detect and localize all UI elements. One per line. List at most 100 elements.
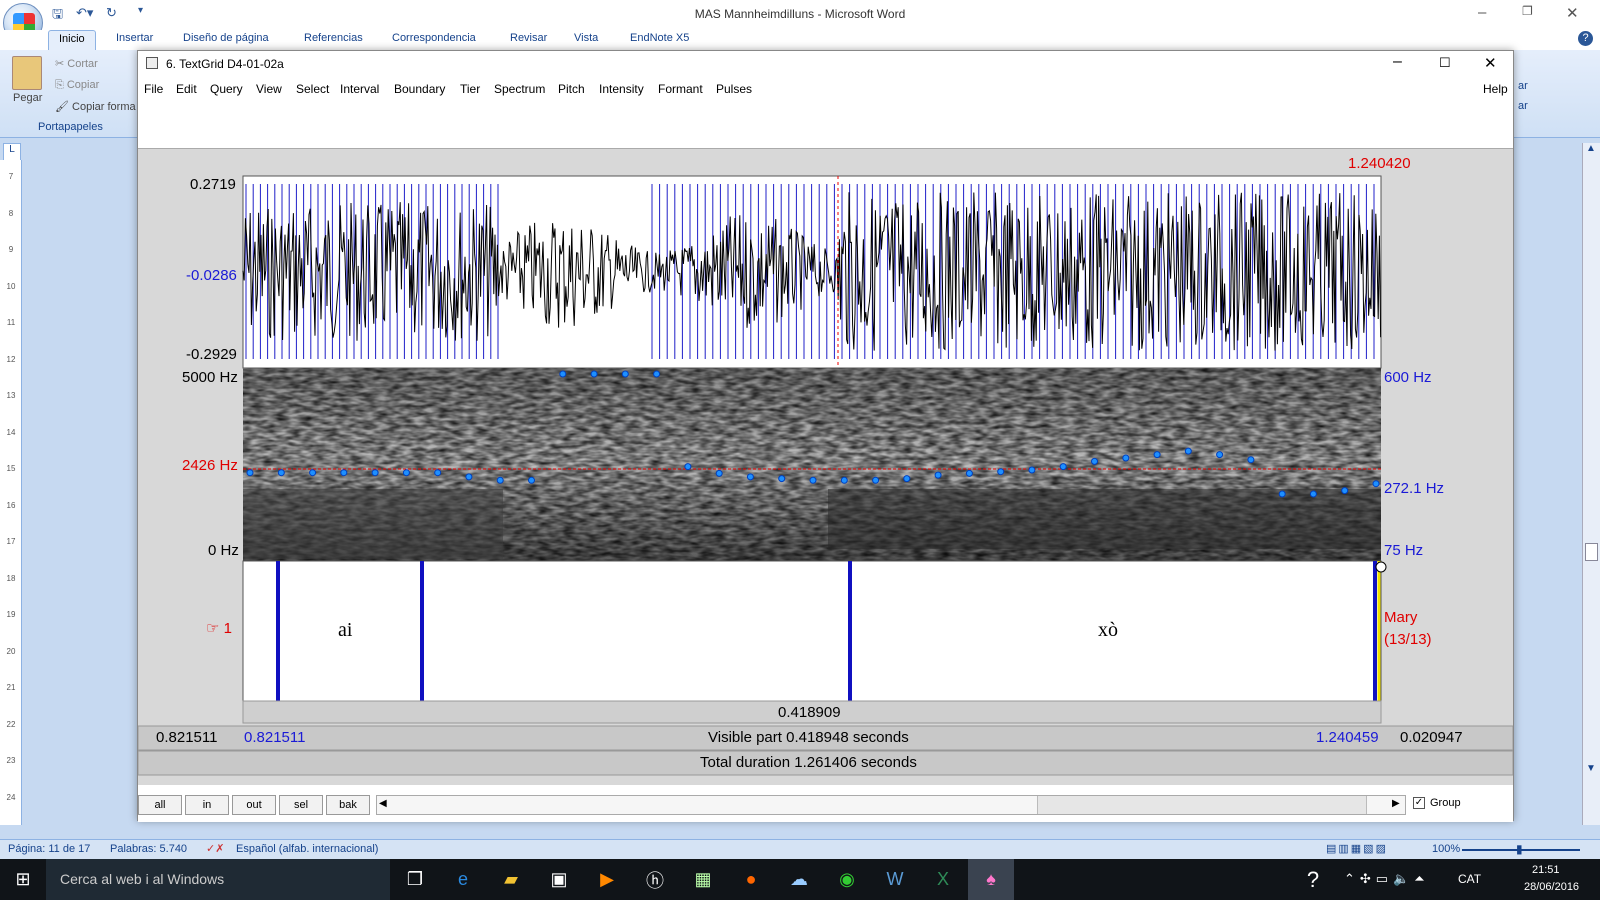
ribbon-right-label-2[interactable]: ar (1518, 100, 1528, 112)
tray-icons[interactable]: ⌃✣▭🔈⏶ (1344, 871, 1430, 887)
minimize-icon[interactable]: – (1478, 4, 1486, 21)
media-player-icon[interactable]: ▶ (584, 859, 630, 900)
tab-revisar[interactable]: Revisar (500, 30, 557, 50)
store-icon[interactable]: ▣ (536, 859, 582, 900)
selection-duration[interactable]: 0.418909 (778, 704, 841, 721)
interval-label-xo[interactable]: xò (1098, 619, 1118, 642)
clock-time[interactable]: 21:51 (1532, 864, 1560, 876)
scroll-down-icon[interactable]: ▼ (1586, 763, 1596, 774)
formant-band-2 (828, 489, 1381, 549)
onedrive-icon[interactable]: ☁ (776, 859, 822, 900)
praat-editor-canvas[interactable]: 1.240420 0.2719 -0.0286 -0.2929 5000 Hz … (138, 149, 1513, 785)
praat-taskbar-icon[interactable]: ♠ (968, 859, 1014, 900)
pitch-point (1216, 451, 1224, 459)
save-icon[interactable]: 🖫 (52, 5, 63, 23)
tier-number[interactable]: ☞ 1 (206, 619, 232, 637)
qat-dropdown-icon[interactable]: ▾ (138, 5, 143, 23)
menu-interval[interactable]: Interval (340, 82, 379, 96)
menu-view[interactable]: View (256, 82, 282, 96)
bak-button[interactable]: bak (326, 795, 370, 815)
menu-spectrum[interactable]: Spectrum (494, 82, 545, 96)
spectro-cursor-label: 2426 Hz (182, 457, 238, 474)
zoom-thumb-icon[interactable]: ▮ (1516, 842, 1523, 856)
undo-icon[interactable]: ↶▾ (76, 5, 93, 23)
restore-icon[interactable]: ❐ (1522, 4, 1533, 18)
tab-inicio[interactable]: Inicio (48, 30, 96, 50)
right-time[interactable]: 0.020947 (1400, 729, 1463, 746)
file-explorer-icon[interactable]: ▰ (488, 859, 534, 900)
task-view-icon[interactable]: ❐ (392, 859, 438, 900)
scroll-right-icon[interactable]: ▶ (1392, 798, 1400, 809)
word-count[interactable]: Palabras: 5.740 (110, 843, 187, 855)
left-time[interactable]: 0.821511 (156, 729, 217, 746)
firefox-icon[interactable]: ● (728, 859, 774, 900)
zoom-level[interactable]: 100% (1432, 843, 1460, 855)
praat-text-area[interactable] (138, 101, 1513, 149)
menu-file[interactable]: File (144, 82, 163, 96)
input-language[interactable]: CAT (1458, 872, 1481, 886)
menu-select[interactable]: Select (296, 82, 329, 96)
pitch-point (809, 476, 817, 484)
tab-correspondencia[interactable]: Correspondencia (382, 30, 486, 50)
edge-icon[interactable]: e (440, 859, 486, 900)
menu-formant[interactable]: Formant (658, 82, 703, 96)
time-scrollbar[interactable]: ◀ ▶ (376, 795, 1406, 815)
menu-boundary[interactable]: Boundary (394, 82, 445, 96)
page-count[interactable]: Página: 11 de 17 (8, 843, 90, 855)
proofing-icon[interactable]: ✓✗ (206, 842, 224, 855)
praat-maximize-icon[interactable]: ☐ (1439, 55, 1451, 71)
app-icon[interactable]: ▦ (680, 859, 726, 900)
cut-button[interactable]: ✂ Cortar (55, 57, 98, 70)
tab-endnote[interactable]: EndNote X5 (620, 30, 699, 50)
word-taskbar-icon[interactable]: W (872, 859, 918, 900)
clock-date[interactable]: 28/06/2016 (1524, 881, 1579, 893)
ruler-toggle-button[interactable]: L (3, 143, 21, 161)
menu-pulses[interactable]: Pulses (716, 82, 752, 96)
tab-insertar[interactable]: Insertar (106, 30, 163, 50)
visible-part-label[interactable]: Visible part 0.418948 seconds (708, 729, 909, 746)
out-button[interactable]: out (232, 795, 276, 815)
menu-edit[interactable]: Edit (176, 82, 197, 96)
word-vertical-scrollbar[interactable]: ▲ ▼ (1582, 143, 1600, 825)
tab-referencias[interactable]: Referencias (294, 30, 373, 50)
group-checkbox[interactable]: ✓ (1413, 797, 1425, 809)
interval-label-ai[interactable]: ai (338, 619, 352, 642)
visible-end-time[interactable]: 1.240459 (1316, 729, 1379, 746)
in-button[interactable]: in (185, 795, 229, 815)
praat-close-icon[interactable]: ✕ (1484, 54, 1497, 72)
visible-start-time[interactable]: 0.821511 (244, 729, 305, 746)
sel-button[interactable]: sel (279, 795, 323, 815)
menu-tier[interactable]: Tier (460, 82, 480, 96)
menu-help[interactable]: Help (1483, 82, 1508, 96)
menu-intensity[interactable]: Intensity (599, 82, 644, 96)
help-taskbar-icon[interactable]: ? (1290, 859, 1336, 900)
hp-icon[interactable]: ⓗ (632, 859, 678, 900)
taskbar-search-box[interactable]: Cerca al web i al Windows (46, 859, 390, 900)
all-button[interactable]: all (138, 795, 182, 815)
view-buttons[interactable]: ▤▥▦▧▨ (1326, 842, 1388, 855)
total-duration-label[interactable]: Total duration 1.261406 seconds (700, 754, 917, 771)
tab-vista[interactable]: Vista (564, 30, 608, 50)
praat-minimize-icon[interactable]: – (1393, 53, 1402, 71)
close-icon[interactable]: ✕ (1566, 4, 1579, 22)
menu-pitch[interactable]: Pitch (558, 82, 585, 96)
time-scroll-thumb[interactable] (1037, 796, 1367, 814)
ribbon-right-label-1[interactable]: ar (1518, 80, 1528, 92)
scroll-up-icon[interactable]: ▲ (1586, 143, 1596, 154)
redo-icon[interactable]: ↻ (106, 5, 117, 23)
paste-button[interactable]: Pegar (13, 92, 42, 104)
menu-query[interactable]: Query (210, 82, 243, 96)
signal-display[interactable] (138, 149, 1513, 785)
language-status[interactable]: Español (alfab. internacional) (236, 843, 378, 855)
format-painter-button[interactable]: 🖌 Copiar forma (55, 100, 136, 113)
chrome-icon[interactable]: ◉ (824, 859, 870, 900)
tab-diseno[interactable]: Diseño de página (173, 30, 279, 50)
scroll-thumb[interactable] (1585, 543, 1598, 561)
copy-button[interactable]: ⎘ Copiar (55, 79, 99, 92)
paste-icon[interactable] (12, 56, 42, 90)
scroll-left-icon[interactable]: ◀ (379, 798, 387, 809)
start-icon[interactable]: ⊞ (0, 859, 46, 900)
help-icon[interactable]: ? (1578, 31, 1593, 46)
excel-icon[interactable]: X (920, 859, 966, 900)
ruler-tick: 8 (8, 208, 14, 218)
